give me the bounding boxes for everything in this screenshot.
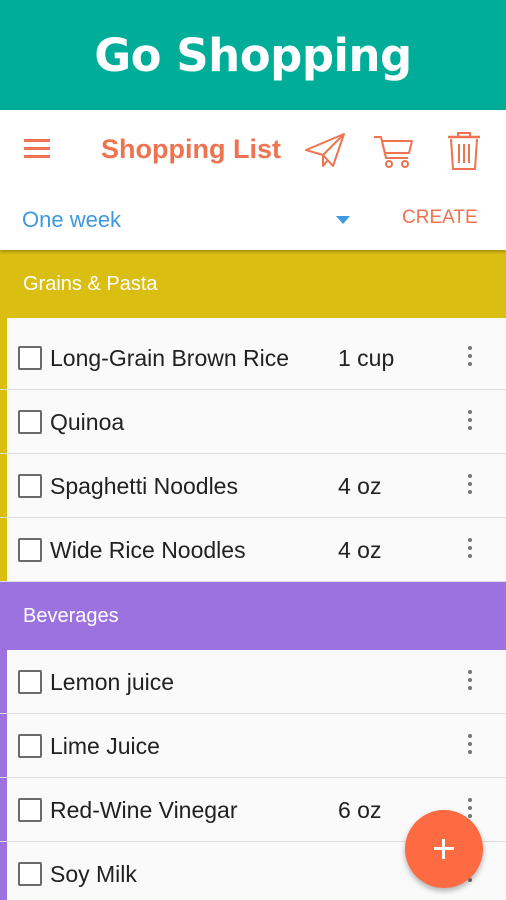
list-item[interactable]: Wide Rice Noodles 4 oz	[0, 518, 506, 582]
item-name: Red-Wine Vinegar	[50, 797, 238, 823]
checkbox[interactable]	[18, 734, 42, 758]
banner-title: Go Shopping	[94, 28, 412, 82]
item-quantity: 4 oz	[338, 537, 382, 563]
item-name: Soy Milk	[50, 861, 137, 887]
more-options-icon[interactable]	[458, 344, 482, 372]
more-options-icon[interactable]	[458, 472, 482, 500]
more-options-icon[interactable]	[458, 536, 482, 564]
period-label: One week	[22, 207, 122, 232]
section-header[interactable]: Grains & Pasta	[0, 250, 506, 318]
checkbox[interactable]	[18, 346, 42, 370]
period-dropdown[interactable]: One week	[22, 207, 352, 237]
item-quantity: 6 oz	[338, 797, 382, 823]
checkbox[interactable]	[18, 538, 42, 562]
page-title: Shopping List	[101, 134, 281, 164]
item-name: Long-Grain Brown Rice	[50, 345, 290, 371]
more-options-icon[interactable]	[458, 732, 482, 760]
section-title: Beverages	[23, 604, 119, 627]
trash-icon[interactable]	[442, 130, 486, 172]
section-title: Grains & Pasta	[23, 272, 158, 295]
checkbox[interactable]	[18, 862, 42, 886]
checkbox[interactable]	[18, 474, 42, 498]
item-name: Spaghetti Noodles	[50, 473, 238, 499]
more-options-icon[interactable]	[458, 668, 482, 696]
list-item[interactable]: Quinoa	[0, 390, 506, 454]
list-item[interactable]: Lemon juice	[0, 650, 506, 714]
list-item[interactable]: Lime Juice	[0, 714, 506, 778]
create-button[interactable]: CREATE	[402, 207, 478, 229]
section-grains: Grains & Pasta Long-Grain Brown Rice 1 c…	[0, 250, 506, 582]
item-name: Wide Rice Noodles	[50, 537, 246, 563]
item-name: Lemon juice	[50, 669, 175, 695]
cart-icon[interactable]	[372, 130, 416, 172]
menu-icon[interactable]	[24, 138, 54, 162]
item-name: Quinoa	[50, 409, 125, 435]
checkbox[interactable]	[18, 410, 42, 434]
section-spacer	[0, 318, 506, 326]
item-name: Lime Juice	[50, 733, 160, 759]
send-icon[interactable]	[303, 130, 347, 172]
app-banner: Go Shopping	[0, 0, 506, 110]
checkbox[interactable]	[18, 798, 42, 822]
shopping-list: Grains & Pasta Long-Grain Brown Rice 1 c…	[0, 250, 506, 900]
toolbar: Shopping List One week CREATE	[0, 110, 506, 250]
list-item[interactable]: Long-Grain Brown Rice 1 cup	[0, 326, 506, 390]
checkbox[interactable]	[18, 670, 42, 694]
add-item-button[interactable]	[405, 810, 483, 888]
item-quantity: 1 cup	[338, 345, 395, 371]
dropdown-caret-icon	[336, 216, 350, 224]
section-header[interactable]: Beverages	[0, 582, 506, 650]
list-item[interactable]: Spaghetti Noodles 4 oz	[0, 454, 506, 518]
item-list: Long-Grain Brown Rice 1 cup Quinoa Spagh…	[0, 326, 506, 582]
more-options-icon[interactable]	[458, 408, 482, 436]
item-quantity: 4 oz	[338, 473, 382, 499]
